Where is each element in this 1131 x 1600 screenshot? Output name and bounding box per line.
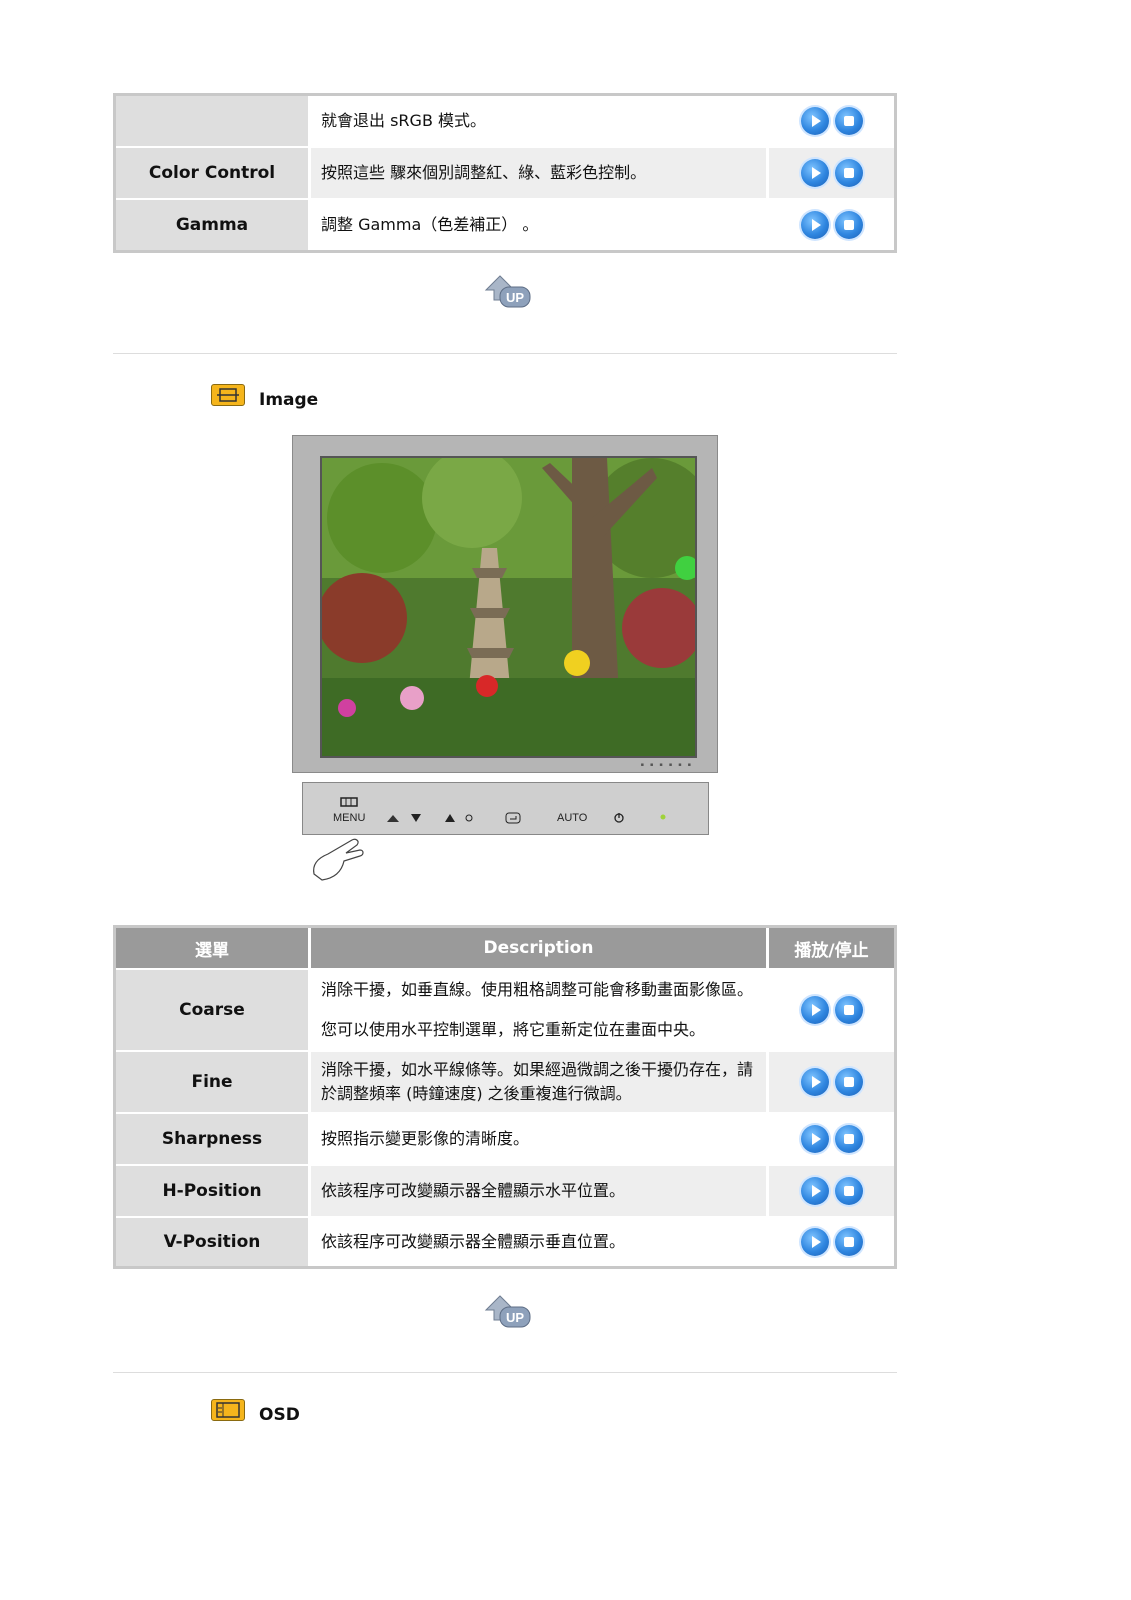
menu-cell: Sharpness — [116, 1114, 308, 1164]
play-stop-cell — [769, 970, 894, 1050]
description-cell: 依該程序可改變顯示器全體顯示垂直位置。 — [311, 1218, 766, 1266]
section-divider — [113, 353, 897, 354]
stop-icon[interactable] — [834, 1125, 863, 1153]
menu-cell: Gamma — [116, 200, 308, 250]
play-stop-cell — [769, 148, 894, 198]
image-settings-table: 選單 Description 播放/停止 Coarse 消除干擾，如垂直線。使用… — [113, 925, 897, 1269]
control-panel: MENU AUTO — [302, 782, 709, 835]
menu-cell: Color Control — [116, 148, 308, 198]
svg-text:UP: UP — [506, 290, 524, 305]
section-title: Image — [259, 390, 319, 410]
description-text: 依該程序可改變顯示器全體顯示水平位置。 — [321, 1181, 626, 1200]
column-header-play-stop: 播放/停止 — [769, 928, 894, 968]
stop-icon[interactable] — [834, 1177, 863, 1205]
table-row: 就會退出 sRGB 模式。 — [116, 96, 894, 146]
play-icon[interactable] — [800, 211, 829, 239]
description-cell: 按照這些 驟來個別調整紅、綠、藍彩色控制。 — [311, 148, 766, 198]
enter-icon[interactable] — [505, 812, 521, 824]
section-divider — [113, 1372, 897, 1373]
description-text: 於調整頻率 (時鐘速度) 之後重複進行微調。 — [321, 1084, 632, 1103]
menu-button[interactable]: MENU — [333, 812, 365, 824]
play-stop-cell — [769, 1114, 894, 1164]
brightness-down-icon[interactable] — [385, 812, 427, 824]
table-row: Coarse 消除干擾，如垂直線。使用粗格調整可能會移動畫面影像區。 您可以使用… — [116, 970, 894, 1050]
section-title: OSD — [259, 1405, 300, 1425]
description-text: 按照指示變更影像的清晰度。 — [321, 1129, 530, 1148]
play-stop-cell — [769, 96, 894, 146]
menu-cell — [116, 96, 308, 146]
stop-icon[interactable] — [834, 159, 863, 187]
bezel-button-marks: ▪▪▪▪▪▪ — [640, 762, 697, 768]
table-row: Fine 消除干擾，如水平線條等。如果經過微調之後干擾仍存在，請 於調整頻率 (… — [116, 1052, 894, 1112]
description-cell: 就會退出 sRGB 模式。 — [311, 96, 766, 146]
description-text: 依該程序可改變顯示器全體顯示垂直位置。 — [321, 1232, 626, 1251]
play-stop-cell — [769, 200, 894, 250]
stop-icon[interactable] — [834, 107, 863, 135]
power-icon[interactable] — [613, 812, 625, 824]
menu-cell: H-Position — [116, 1166, 308, 1216]
stop-icon[interactable] — [834, 1228, 863, 1256]
description-text: 消除干擾，如水平線條等。如果經過微調之後干擾仍存在，請 — [321, 1060, 754, 1079]
description-cell: 消除干擾，如垂直線。使用粗格調整可能會移動畫面影像區。 您可以使用水平控制選單，… — [311, 970, 766, 1050]
play-icon[interactable] — [800, 1125, 829, 1153]
column-header-description: Description — [311, 928, 766, 968]
menu-cell: Fine — [116, 1052, 308, 1112]
play-stop-cell — [769, 1166, 894, 1216]
table-row: Sharpness 按照指示變更影像的清晰度。 — [116, 1114, 894, 1164]
play-stop-cell — [769, 1218, 894, 1266]
svg-text:UP: UP — [506, 1310, 524, 1325]
menu-icon — [340, 797, 358, 807]
up-arrow-icon[interactable]: UP — [482, 1292, 532, 1330]
description-text: 您可以使用水平控制選單，將它重新定位在畫面中央。 — [321, 1020, 706, 1039]
menu-cell: V-Position — [116, 1218, 308, 1266]
brightness-up-icon[interactable] — [443, 812, 477, 824]
stop-icon[interactable] — [834, 211, 863, 239]
table-row: H-Position 依該程序可改變顯示器全體顯示水平位置。 — [116, 1166, 894, 1216]
description-cell: 消除干擾，如水平線條等。如果經過微調之後干擾仍存在，請 於調整頻率 (時鐘速度)… — [311, 1052, 766, 1112]
play-icon[interactable] — [800, 1068, 829, 1096]
monitor-illustration: ▪▪▪▪▪▪ — [292, 435, 718, 773]
hand-pointer-icon — [313, 838, 364, 881]
description-cell: 調整 Gamma（色差補正） 。 — [311, 200, 766, 250]
description-cell: 按照指示變更影像的清晰度。 — [311, 1114, 766, 1164]
table-row: V-Position 依該程序可改變顯示器全體顯示垂直位置。 — [116, 1218, 894, 1266]
osd-section-icon — [211, 1399, 245, 1421]
auto-button[interactable]: AUTO — [557, 812, 587, 824]
top-settings-table: 就會退出 sRGB 模式。 Color Control 按照這些 驟來個別調整紅… — [113, 93, 897, 253]
play-icon[interactable] — [800, 1177, 829, 1205]
image-section-icon — [211, 384, 245, 406]
menu-cell: Coarse — [116, 970, 308, 1050]
description-text: 調整 Gamma（色差補正） 。 — [321, 215, 539, 234]
garden-photo — [320, 456, 697, 758]
description-text: 消除干擾，如垂直線。使用粗格調整可能會移動畫面影像區。 — [321, 980, 754, 999]
stop-icon[interactable] — [834, 1068, 863, 1096]
description-text: 就會退出 sRGB 模式。 — [321, 111, 487, 130]
play-stop-cell — [769, 1052, 894, 1112]
column-header-menu: 選單 — [116, 928, 308, 968]
table-row: Color Control 按照這些 驟來個別調整紅、綠、藍彩色控制。 — [116, 148, 894, 198]
description-cell: 依該程序可改變顯示器全體顯示水平位置。 — [311, 1166, 766, 1216]
play-icon[interactable] — [800, 1228, 829, 1256]
play-icon[interactable] — [800, 996, 829, 1024]
description-text: 按照這些 驟來個別調整紅、綠、藍彩色控制。 — [321, 163, 647, 182]
play-icon[interactable] — [800, 107, 829, 135]
stop-icon[interactable] — [834, 996, 863, 1024]
power-led-icon — [660, 814, 666, 820]
play-icon[interactable] — [800, 159, 829, 187]
up-arrow-icon[interactable]: UP — [482, 272, 532, 310]
table-row: Gamma 調整 Gamma（色差補正） 。 — [116, 200, 894, 250]
